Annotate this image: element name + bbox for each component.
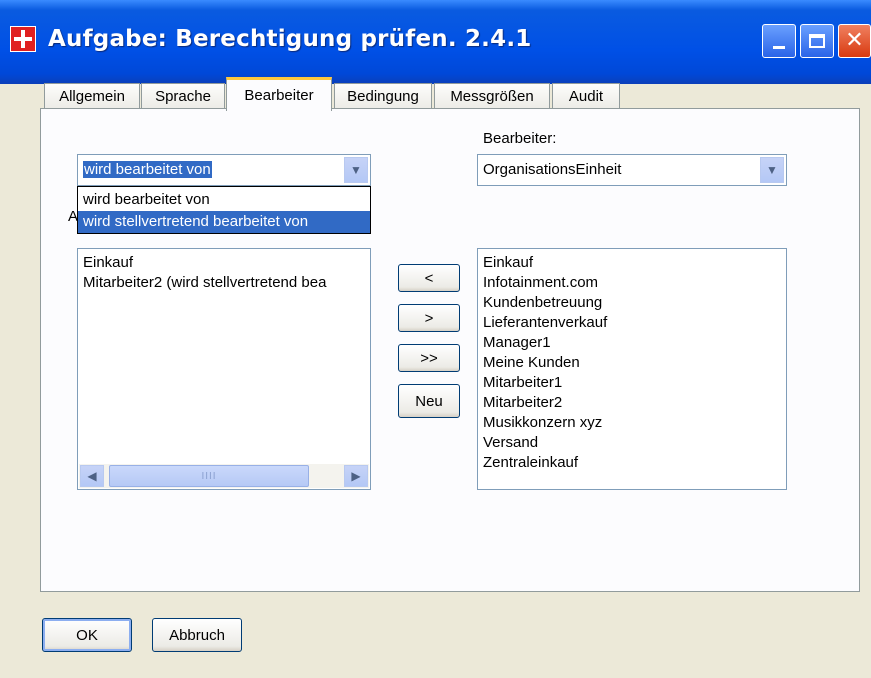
new-button[interactable]: Neu <box>398 384 460 418</box>
list-item[interactable]: Versand <box>483 433 538 453</box>
list-item[interactable]: Einkauf <box>483 253 533 273</box>
bearbeiter-type-value: OrganisationsEinheit <box>483 161 622 178</box>
maximize-button[interactable] <box>800 24 834 58</box>
title-bar[interactable]: Aufgabe: Berechtigung prüfen. 2.4.1 ✕ <box>0 0 871 84</box>
chevron-down-icon[interactable]: ▼ <box>344 157 368 183</box>
move-right-button[interactable]: > <box>398 304 460 332</box>
list-item[interactable]: Mitarbeiter1 <box>483 373 562 393</box>
list-item[interactable]: Infotainment.com <box>483 273 598 293</box>
bearbeiter-type-combo[interactable]: OrganisationsEinheit ▼ <box>477 154 787 186</box>
list-item[interactable]: Mitarbeiter2 <box>483 393 562 413</box>
list-item[interactable]: Lieferantenverkauf <box>483 313 607 333</box>
list-item[interactable]: Mitarbeiter2 (wird stellvertretend bea <box>83 273 326 293</box>
list-item[interactable]: Meine Kunden <box>483 353 580 373</box>
list-item[interactable]: Manager1 <box>483 333 551 353</box>
relation-dropdown-list[interactable]: wird bearbeitet von wird stellvertretend… <box>77 186 371 234</box>
move-left-button[interactable]: < <box>398 264 460 292</box>
list-item[interactable]: Kundenbetreuung <box>483 293 602 313</box>
relation-combo-value: wird bearbeitet von <box>83 161 212 178</box>
bearbeiter-label: Bearbeiter: <box>483 130 557 147</box>
relation-combo[interactable]: wird bearbeitet von ▼ <box>77 154 371 186</box>
app-icon <box>10 26 36 52</box>
scroll-thumb[interactable]: IIII <box>109 465 309 487</box>
window-title: Aufgabe: Berechtigung prüfen. 2.4.1 <box>48 26 532 52</box>
list-item[interactable]: Musikkonzern xyz <box>483 413 602 433</box>
tab-allgemein[interactable]: Allgemein <box>44 83 140 109</box>
scroll-left-icon[interactable]: ◀ <box>80 465 104 487</box>
close-button[interactable]: ✕ <box>838 24 871 58</box>
assigned-list[interactable]: Einkauf Mitarbeiter2 (wird stellvertrete… <box>77 248 371 490</box>
tab-audit[interactable]: Audit <box>552 83 620 109</box>
minimize-button[interactable] <box>762 24 796 58</box>
list-item[interactable]: Einkauf <box>83 253 133 273</box>
dropdown-option[interactable]: wird bearbeitet von <box>78 189 370 211</box>
available-list[interactable]: Einkauf Infotainment.com Kundenbetreuung… <box>477 248 787 490</box>
tab-messgroessen[interactable]: Messgrößen <box>434 83 550 109</box>
close-icon: ✕ <box>845 28 864 53</box>
chevron-down-icon[interactable]: ▼ <box>760 157 784 183</box>
dropdown-option-highlighted[interactable]: wird stellvertretend bearbeitet von <box>78 211 370 233</box>
tab-bedingung[interactable]: Bedingung <box>334 83 432 109</box>
scroll-right-icon[interactable]: ▶ <box>344 465 368 487</box>
maximize-icon <box>809 34 825 48</box>
move-all-right-button[interactable]: >> <box>398 344 460 372</box>
tab-sprache[interactable]: Sprache <box>141 83 225 109</box>
cancel-button[interactable]: Abbruch <box>152 618 242 652</box>
tab-bearbeiter[interactable]: Bearbeiter <box>226 77 332 111</box>
list-item[interactable]: Zentraleinkauf <box>483 453 578 473</box>
horizontal-scrollbar[interactable]: ◀ IIII ▶ <box>79 464 369 488</box>
minimize-icon <box>773 45 785 49</box>
ok-button[interactable]: OK <box>42 618 132 652</box>
